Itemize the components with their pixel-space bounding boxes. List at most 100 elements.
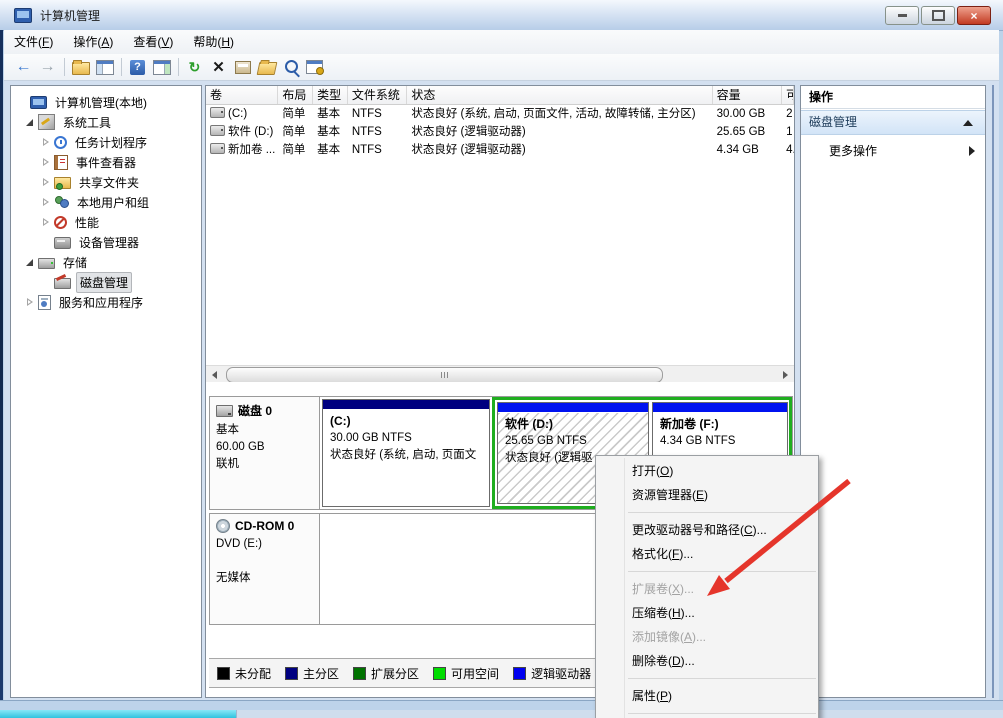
scrollbar-thumb[interactable] bbox=[226, 367, 663, 383]
legend-primary: 主分区 bbox=[285, 665, 339, 682]
header-status[interactable]: 状态 bbox=[407, 86, 712, 104]
forward-button[interactable]: → bbox=[36, 56, 59, 78]
titlebar: 计算机管理 × bbox=[0, 0, 1003, 31]
expand-open-icon[interactable] bbox=[25, 257, 35, 267]
device-manager-icon bbox=[54, 237, 71, 249]
header-type[interactable]: 类型 bbox=[313, 86, 348, 104]
legend-swatch bbox=[217, 667, 230, 680]
horizontal-scrollbar[interactable] bbox=[206, 365, 794, 383]
menu-bar: 文件(F) 操作(A) 查看(V) 帮助(H) bbox=[4, 30, 999, 55]
tree-item-event-viewer[interactable]: 事件查看器 bbox=[15, 152, 201, 172]
menu-item-shrink-volume[interactable]: 压缩卷(H)... bbox=[596, 601, 818, 625]
window-title: 计算机管理 bbox=[40, 7, 100, 24]
header-layout[interactable]: 布局 bbox=[278, 86, 313, 104]
scroll-left-icon bbox=[212, 371, 217, 379]
menu-item-format[interactable]: 格式化(F)... bbox=[596, 542, 818, 566]
header-free[interactable]: 可 bbox=[782, 86, 794, 104]
tree-item-storage[interactable]: 存储 bbox=[15, 252, 201, 272]
refresh-button[interactable]: ↻ bbox=[183, 56, 206, 78]
menu-file[interactable]: 文件(F) bbox=[4, 32, 63, 52]
tree-item-performance[interactable]: 性能 bbox=[15, 212, 201, 232]
volume-row-c[interactable]: (C:) 简单 基本 NTFS 状态良好 (系统, 启动, 页面文件, 活动, … bbox=[206, 105, 794, 123]
task-scheduler-icon bbox=[54, 136, 67, 149]
expand-closed-icon[interactable] bbox=[41, 137, 51, 147]
open-folder-button[interactable] bbox=[255, 56, 278, 78]
tree-item-shared-folders[interactable]: 共享文件夹 bbox=[15, 172, 201, 192]
refresh-icon: ↻ bbox=[189, 59, 201, 76]
volume-context-menu: 打开(O) 资源管理器(E) 更改驱动器号和路径(C)... 格式化(F)...… bbox=[595, 455, 819, 718]
disk0-size: 60.00 GB bbox=[216, 439, 319, 456]
menu-item-delete-volume[interactable]: 删除卷(D)... bbox=[596, 649, 818, 673]
scroll-right-button[interactable] bbox=[777, 366, 794, 383]
cdrom-icon bbox=[216, 519, 230, 533]
menu-item-explorer[interactable]: 资源管理器(E) bbox=[596, 483, 818, 507]
expand-closed-icon[interactable] bbox=[41, 177, 51, 187]
volume-row-f[interactable]: 新加卷 ... 简单 基本 NTFS 状态良好 (逻辑驱动器) 4.34 GB … bbox=[206, 141, 794, 159]
close-icon: × bbox=[970, 9, 977, 23]
close-button[interactable]: × bbox=[957, 6, 991, 25]
computer-icon bbox=[30, 96, 47, 109]
disk0-info[interactable]: 磁盘 0 基本 60.00 GB 联机 bbox=[210, 397, 320, 509]
partition-c[interactable]: (C:) 30.00 GB NTFS 状态良好 (系统, 启动, 页面文 bbox=[322, 399, 490, 507]
legend-unallocated: 未分配 bbox=[217, 665, 271, 682]
menu-item-open[interactable]: 打开(O) bbox=[596, 459, 818, 483]
legend-extended: 扩展分区 bbox=[353, 665, 419, 682]
tree-item-device-manager[interactable]: 设备管理器 bbox=[15, 232, 201, 252]
legend-swatch bbox=[433, 667, 446, 680]
properties-button[interactable] bbox=[231, 56, 254, 78]
legend-swatch bbox=[285, 667, 298, 680]
volume-list-header: 卷 布局 类型 文件系统 状态 容量 可 bbox=[206, 86, 794, 105]
scroll-left-button[interactable] bbox=[206, 366, 223, 383]
desktop-edge bbox=[0, 30, 3, 700]
find-button[interactable] bbox=[279, 56, 302, 78]
more-actions-item[interactable]: 更多操作 bbox=[801, 139, 985, 163]
console-tree-button[interactable] bbox=[93, 56, 116, 78]
header-filesystem[interactable]: 文件系统 bbox=[348, 86, 408, 104]
volume-row-d[interactable]: 软件 (D:) 简单 基本 NTFS 状态良好 (逻辑驱动器) 25.65 GB… bbox=[206, 123, 794, 141]
properties-icon bbox=[235, 61, 251, 74]
up-folder-button[interactable] bbox=[69, 56, 92, 78]
performance-icon bbox=[54, 216, 67, 229]
expand-open-icon[interactable] bbox=[25, 117, 35, 127]
header-capacity[interactable]: 容量 bbox=[713, 86, 782, 104]
menu-view[interactable]: 查看(V) bbox=[123, 32, 183, 52]
menu-action[interactable]: 操作(A) bbox=[63, 32, 123, 52]
header-volume[interactable]: 卷 bbox=[206, 86, 278, 104]
scroll-right-icon bbox=[783, 371, 788, 379]
shared-folders-icon bbox=[54, 177, 71, 189]
console-settings-button[interactable] bbox=[303, 56, 326, 78]
toolbar: ← → ? ↻ ✕ bbox=[4, 54, 999, 81]
tree-item-services-apps[interactable]: 服务和应用程序 bbox=[15, 292, 201, 312]
maximize-button[interactable] bbox=[921, 6, 955, 25]
tree-item-task-scheduler[interactable]: 任务计划程序 bbox=[15, 132, 201, 152]
expand-closed-icon[interactable] bbox=[41, 157, 51, 167]
menu-item-properties[interactable]: 属性(P) bbox=[596, 684, 818, 708]
expand-closed-icon[interactable] bbox=[41, 197, 51, 207]
menu-separator bbox=[628, 713, 816, 714]
menu-help[interactable]: 帮助(H) bbox=[183, 32, 244, 52]
logical-drive-strip bbox=[498, 403, 648, 412]
find-icon bbox=[285, 60, 298, 73]
action-pane-button[interactable] bbox=[150, 56, 173, 78]
expand-closed-icon[interactable] bbox=[41, 217, 51, 227]
storage-icon bbox=[38, 258, 55, 269]
local-users-icon bbox=[54, 195, 69, 209]
minimize-icon bbox=[898, 14, 907, 17]
tree-item-disk-management[interactable]: 磁盘管理 bbox=[15, 272, 201, 292]
menu-item-change-drive-letter[interactable]: 更改驱动器号和路径(C)... bbox=[596, 518, 818, 542]
tree-item-system-tools[interactable]: 系统工具 bbox=[15, 112, 201, 132]
tree-item-computer-management[interactable]: 计算机管理(本地) bbox=[15, 92, 201, 112]
volume-icon bbox=[210, 125, 225, 136]
actions-section-disk-management[interactable]: 磁盘管理 bbox=[801, 110, 985, 135]
help-button[interactable]: ? bbox=[126, 56, 149, 78]
legend-swatch bbox=[513, 667, 526, 680]
tree-item-local-users[interactable]: 本地用户和组 bbox=[15, 192, 201, 212]
menu-item-extend-volume: 扩展卷(X)... bbox=[596, 577, 818, 601]
delete-button[interactable]: ✕ bbox=[207, 56, 230, 78]
back-button[interactable]: ← bbox=[12, 56, 35, 78]
minimize-button[interactable] bbox=[885, 6, 919, 25]
cdrom-info[interactable]: CD-ROM 0 DVD (E:) 无媒体 bbox=[210, 514, 320, 624]
menu-separator bbox=[628, 571, 816, 572]
expand-closed-icon[interactable] bbox=[25, 297, 35, 307]
collapse-icon[interactable] bbox=[963, 120, 973, 126]
